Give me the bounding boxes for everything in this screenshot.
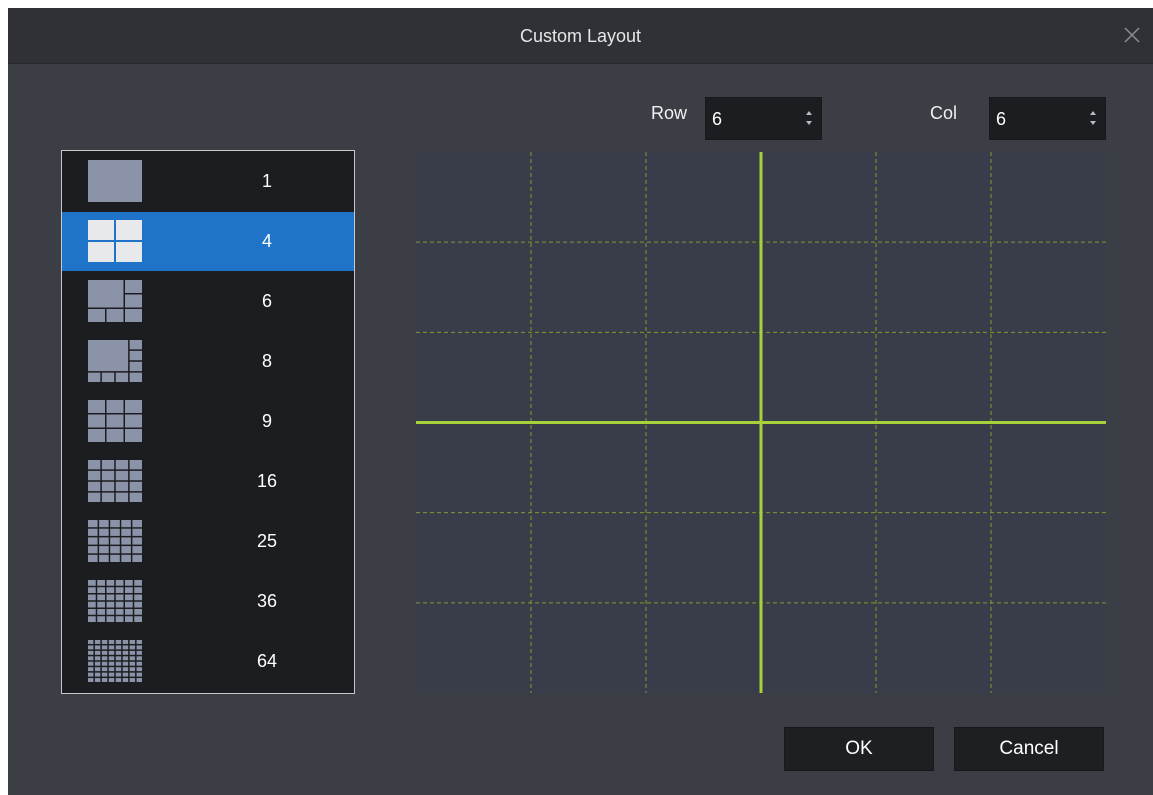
row-spinbox[interactable]: 6 — [705, 97, 822, 140]
layout-item-36[interactable]: 36 — [62, 572, 354, 631]
spin-arrows-icon[interactable] — [1089, 108, 1097, 128]
col-label: Col — [930, 103, 958, 123]
title-bar: Custom Layout — [8, 8, 1153, 64]
layout-item-9[interactable]: 9 — [62, 392, 354, 451]
layout-25-icon — [88, 520, 142, 562]
layout-item-16[interactable]: 16 — [62, 452, 354, 511]
layout-item-label: 64 — [256, 651, 278, 671]
ok-button[interactable]: OK — [784, 727, 934, 771]
col-value[interactable]: 6 — [996, 109, 1006, 130]
layout-item-label: 6 — [261, 291, 272, 311]
dialog-title: Custom Layout — [519, 26, 642, 46]
layout-list: 1 4 6 8 9 16 25 36 64 — [61, 150, 355, 694]
layout-9-icon — [88, 400, 142, 442]
layout-item-25[interactable]: 25 — [62, 512, 354, 571]
layout-64-icon — [88, 640, 142, 682]
layout-item-1[interactable]: 1 — [62, 152, 354, 211]
layout-item-label: 9 — [261, 411, 272, 431]
layout-6-icon — [88, 280, 142, 322]
layout-36-icon — [88, 580, 142, 622]
layout-item-label: 36 — [256, 591, 278, 611]
col-spinbox[interactable]: 6 — [989, 97, 1106, 140]
layout-item-label: 4 — [261, 231, 272, 251]
spin-arrows-icon[interactable] — [805, 108, 813, 128]
close-icon[interactable] — [1123, 26, 1141, 44]
layout-1-icon — [88, 160, 142, 202]
layout-grid-canvas[interactable] — [416, 152, 1106, 693]
layout-16-icon — [88, 460, 142, 502]
row-label: Row — [651, 103, 688, 123]
layout-item-4[interactable]: 4 — [62, 212, 354, 271]
layout-item-8[interactable]: 8 — [62, 332, 354, 391]
layout-item-label: 8 — [261, 351, 272, 371]
layout-item-6[interactable]: 6 — [62, 272, 354, 331]
layout-item-label: 1 — [261, 171, 272, 191]
cancel-button[interactable]: Cancel — [954, 727, 1104, 771]
layout-item-label: 25 — [256, 531, 278, 551]
layout-8-icon — [88, 340, 142, 382]
layout-item-label: 16 — [256, 471, 278, 491]
custom-layout-dialog: Custom Layout Row 6 Col 6 1 4 6 8 9 16 25 36 64 … — [8, 8, 1153, 795]
row-value[interactable]: 6 — [712, 109, 722, 130]
layout-item-64[interactable]: 64 — [62, 632, 354, 691]
layout-4-icon — [88, 220, 142, 262]
